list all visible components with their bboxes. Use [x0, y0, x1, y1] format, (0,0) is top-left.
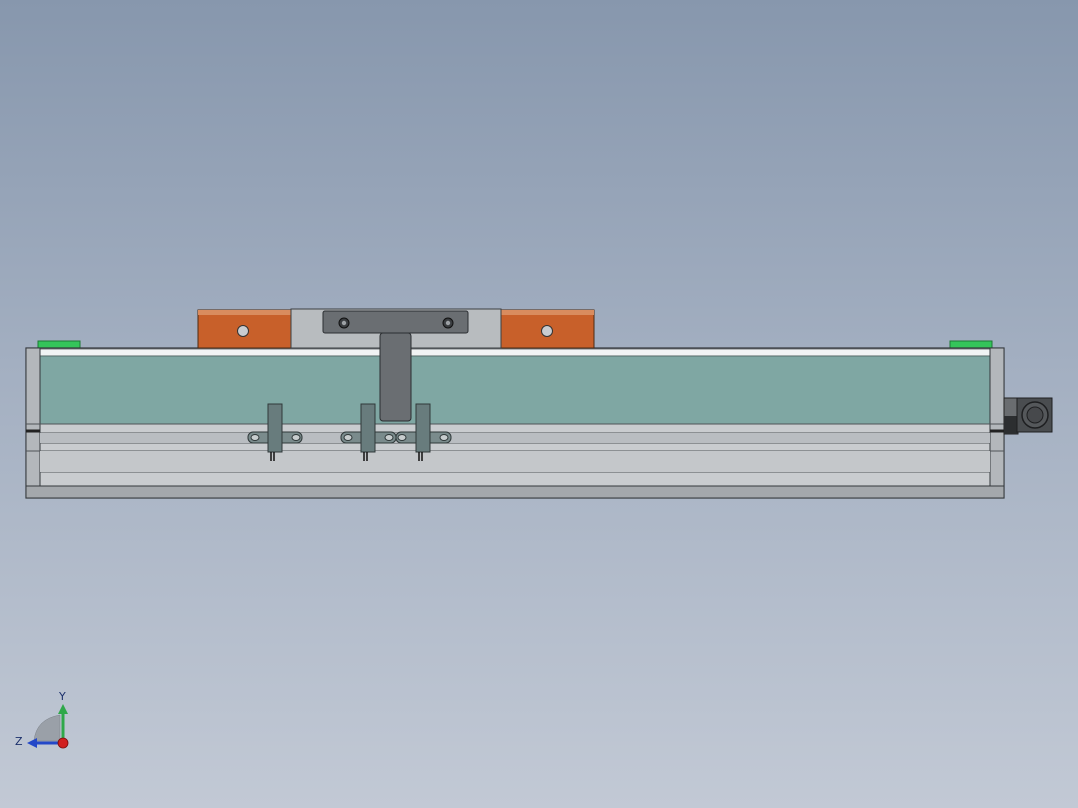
housing-top-band [25, 348, 1005, 357]
groove-band [40, 433, 990, 443]
triad-y-label: Y [58, 690, 66, 703]
right-end-cap [989, 347, 1005, 499]
left-end-cap [25, 347, 41, 499]
carriage-flag [379, 332, 412, 422]
coordinate-triad: Y Z [15, 690, 69, 749]
bottom-band [25, 485, 1005, 499]
motor-coupler-icon [1003, 397, 1053, 435]
linear-module-assembly[interactable] [25, 308, 1053, 499]
base-band-dark [40, 451, 990, 472]
cover-strip [39, 355, 991, 425]
triad-arc-icon [33, 714, 61, 742]
x-axis-icon [57, 737, 69, 749]
cad-viewport[interactable]: Y Z [0, 0, 1078, 808]
triad-z-label: Z [15, 735, 23, 748]
